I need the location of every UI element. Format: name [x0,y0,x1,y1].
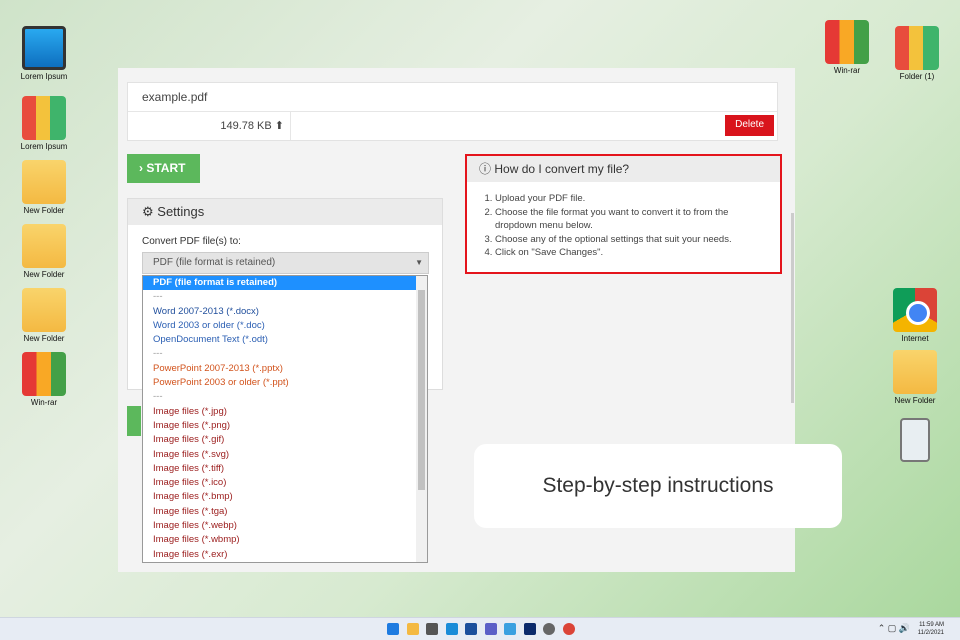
desktop-icon[interactable]: Lorem Ipsum [12,26,76,81]
desktop-icon[interactable]: New Folder [883,350,947,405]
desktop-icon[interactable]: Win-rar [815,20,879,75]
desktop-icon-label: Lorem Ipsum [20,72,68,81]
desktop-icon[interactable]: New Folder [12,160,76,215]
dropdown-option[interactable]: Image files (*.bmp) [143,490,427,504]
file-name: example.pdf [128,83,777,112]
dropdown-option[interactable]: Image files (*.webp) [143,519,427,533]
dropdown-option[interactable]: Image files (*.tga) [143,505,427,519]
help-step: Upload your PDF file. [495,192,772,206]
computer-icon [22,26,66,70]
system-tray[interactable]: ⌃ ▢ 🔊 [878,623,910,634]
chevron-right-icon: › [139,161,143,175]
dropdown-option[interactable]: Image files (*.svg) [143,448,427,462]
desktop-icon-label: Win-rar [30,398,58,407]
winrar-icon [825,20,869,64]
desktop-icon-label: New Folder [23,334,65,343]
chrome-icon[interactable] [562,623,575,635]
desktop-icon[interactable]: Win-rar [12,352,76,407]
convert-label: Convert PDF file(s) to: [142,236,241,247]
binders-icon [895,26,939,70]
help-step: Choose any of the optional settings that… [495,233,772,247]
file-box: example.pdf 149.78 KB ⬆ Delete [127,82,778,141]
gears-icon: ⚙ [142,204,154,219]
help-title: How do I convert my file? [494,162,630,176]
camera-icon[interactable] [426,623,438,635]
caret-down-icon: ▼ [415,258,423,267]
folder-icon [22,288,66,332]
winrar-icon [22,352,66,396]
chrome-icon [893,288,937,332]
info-icon: ⓘ [479,162,492,176]
dropdown-option[interactable]: OpenDocument Text (*.odt) [143,333,427,347]
desktop-icon[interactable] [883,418,947,464]
format-select[interactable]: PDF (file format is retained) ▼ [142,252,429,274]
dropdown-option[interactable]: Image files (*.jpg) [143,405,427,419]
dropdown-option[interactable]: Image files (*.tiff) [143,462,427,476]
dropdown-option[interactable]: Word 2003 or older (*.doc) [143,319,427,333]
settings-icon[interactable] [543,623,555,635]
taskbar: ⌃ ▢ 🔊 11:59 AM 11/2/2021 [0,617,960,640]
dropdown-option[interactable]: Image files (*.exr) [143,548,427,562]
start-button[interactable]: › START [127,154,200,183]
help-step: Choose the file format you want to conve… [495,206,772,233]
store-icon[interactable] [465,623,477,635]
edge-icon[interactable] [445,623,458,635]
dropdown-option[interactable]: Image files (*.wbmp) [143,533,427,547]
delete-button[interactable]: Delete [725,115,774,136]
desktop-icon-label: Lorem Ipsum [20,142,68,151]
dropdown-option[interactable]: Word 2007-2013 (*.docx) [143,305,427,319]
dropdown-option[interactable]: Image files (*.png) [143,419,427,433]
teams-icon[interactable] [484,623,497,635]
dropdown-option[interactable]: PDF (file format is retained) [143,276,427,291]
caption-card: Step-by-step instructions [474,444,842,528]
start-icon[interactable] [387,623,399,635]
desktop-icon-label: Win-rar [833,66,861,75]
desktop-icon[interactable]: New Folder [12,288,76,343]
app-icon[interactable] [523,623,536,635]
dropdown-option[interactable]: --- [143,347,427,361]
desktop-icon-label: New Folder [894,396,936,405]
save-button-partial[interactable] [127,406,141,436]
dropdown-option[interactable]: --- [143,290,427,304]
folder-icon [22,224,66,268]
desktop-icon[interactable]: Folder (1) [885,26,949,81]
dropdown-option[interactable]: PowerPoint 2003 or older (*.ppt) [143,376,427,390]
file-explorer-icon[interactable] [406,623,419,635]
upload-icon: ⬆ [274,120,284,132]
desktop-icon-label: New Folder [23,270,65,279]
dropdown-scrollbar[interactable] [416,276,427,562]
dropdown-option[interactable]: PowerPoint 2007-2013 (*.pptx) [143,362,427,376]
dropdown-option[interactable]: --- [143,390,427,404]
desktop-icon-label: New Folder [23,206,65,215]
file-size: 149.78 KB ⬆ [128,112,291,140]
clock[interactable]: 11:59 AM 11/2/2021 [918,621,944,637]
desktop-icon-label: Internet [901,334,929,343]
desktop-icon[interactable]: Lorem Ipsum [12,96,76,151]
dropdown-option[interactable]: Image files (*.ico) [143,476,427,490]
photos-icon[interactable] [504,623,516,635]
desktop-icon-label: Folder (1) [899,72,935,81]
binders-icon [22,96,66,140]
help-step: Click on "Save Changes". [495,246,772,260]
page-scrollbar[interactable] [791,213,794,403]
format-dropdown-list: PDF (file format is retained) --- Word 200… [142,275,428,563]
folder-icon [22,160,66,204]
help-box: ⓘ How do I convert my file? Upload your … [465,154,782,274]
desktop-icon[interactable]: Internet [883,288,947,343]
trash-icon [900,418,930,462]
folder-icon [893,350,937,394]
settings-title: Settings [157,204,205,219]
desktop-icon[interactable]: New Folder [12,224,76,279]
dropdown-option[interactable]: Image files (*.gif) [143,433,427,447]
